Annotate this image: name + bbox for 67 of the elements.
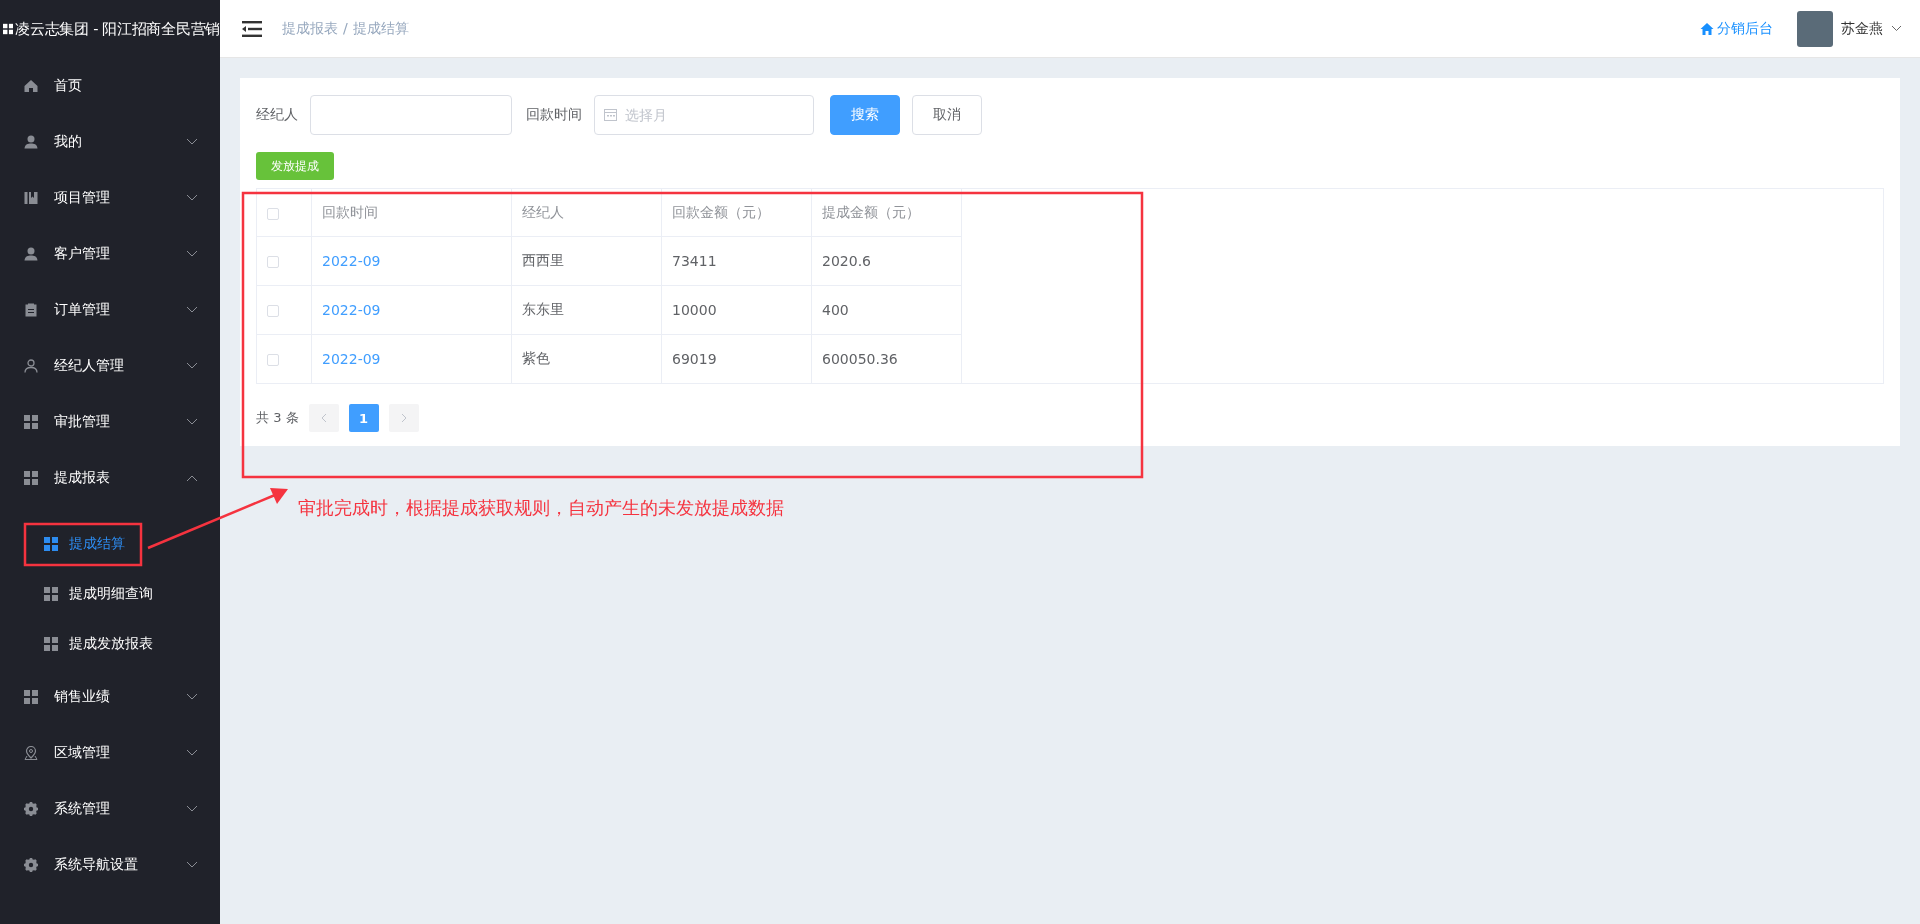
- sidebar-item[interactable]: 客户管理: [0, 226, 220, 282]
- sidebar-item[interactable]: 区域管理: [0, 725, 220, 781]
- table-cell: 400: [811, 285, 962, 335]
- grid-icon: [44, 537, 58, 551]
- cancel-button[interactable]: 取消: [912, 95, 982, 135]
- sidebar-item[interactable]: 我的: [0, 114, 220, 170]
- sidebar-item[interactable]: 首页: [0, 58, 220, 114]
- grid-icon: [24, 415, 38, 429]
- person-icon: [24, 247, 38, 261]
- table-cell: 10000: [661, 285, 812, 335]
- row-checkbox[interactable]: [267, 305, 279, 317]
- book-icon: [24, 191, 38, 205]
- location-pin-icon: [24, 746, 38, 760]
- total-count: 共 3 条: [256, 409, 299, 427]
- table-cell: 西西里: [511, 236, 662, 286]
- sidebar-item[interactable]: 审批管理: [0, 394, 220, 450]
- grid-icon: [44, 587, 58, 601]
- grid-icon: [24, 471, 38, 485]
- person-outline-icon: [24, 359, 38, 373]
- table-cell: 东东里: [511, 285, 662, 335]
- home-icon: [24, 79, 38, 93]
- sidebar-item[interactable]: 项目管理: [0, 170, 220, 226]
- app-title: 凌云志集团 - 阳江招商全民营销: [15, 19, 220, 39]
- breadcrumb-separator: /: [343, 19, 348, 38]
- chevron-icon[interactable]: [1891, 25, 1902, 32]
- menu-fold-icon[interactable]: [242, 20, 262, 37]
- next-page-button[interactable]: [388, 404, 419, 432]
- home-icon: [1700, 21, 1714, 36]
- sidebar-subitem[interactable]: 提成明细查询: [0, 569, 220, 619]
- grid-logo-icon: [3, 22, 14, 36]
- grid-icon: [24, 690, 38, 704]
- sidebar-item[interactable]: 系统管理: [0, 781, 220, 837]
- grid-icon: [44, 637, 58, 651]
- table-cell: 69019: [661, 334, 812, 384]
- field-label: 回款时间: [526, 106, 582, 124]
- month-picker-field[interactable]: 选择月: [594, 95, 814, 135]
- table-cell: 2020.6: [811, 236, 962, 286]
- agent-input-field[interactable]: [310, 95, 512, 135]
- sidebar-item[interactable]: 系统导航设置: [0, 837, 220, 893]
- user-name[interactable]: 苏金燕: [1841, 19, 1883, 38]
- sidebar-item[interactable]: 提成报表: [0, 450, 220, 506]
- person-icon: [24, 135, 38, 149]
- sidebar-subitem[interactable]: 提成发放报表: [0, 619, 220, 669]
- select-all-checkbox[interactable]: [267, 207, 279, 220]
- sidebar-item[interactable]: 订单管理: [0, 282, 220, 338]
- column-header: 回款时间: [311, 188, 512, 237]
- prev-page-button[interactable]: [308, 404, 339, 432]
- field-label: 经纪人: [256, 106, 298, 124]
- sidebar-subitem[interactable]: 提成结算: [0, 519, 220, 569]
- sidebar-item[interactable]: 经纪人管理: [0, 338, 220, 394]
- column-header: 提成金额（元）: [811, 188, 962, 237]
- avatar-placeholder[interactable]: [1797, 10, 1833, 47]
- chevron-left-icon: [319, 413, 328, 423]
- gear-icon: [24, 858, 38, 872]
- column-header: 经纪人: [511, 188, 662, 237]
- clipboard-icon: [24, 303, 38, 317]
- table-cell: 600050.36: [811, 334, 962, 384]
- column-header: 回款金额（元）: [661, 188, 812, 237]
- chevron-right-icon: [399, 413, 408, 423]
- breadcrumb-item: 提成结算: [352, 19, 409, 38]
- row-checkbox[interactable]: [267, 256, 279, 268]
- annotation-text: 审批完成时，根据提成获取规则，自动产生的未发放提成数据: [298, 496, 784, 520]
- table-cell: 73411: [661, 236, 812, 286]
- row-checkbox[interactable]: [267, 354, 279, 366]
- table-cell: 紫色: [511, 334, 662, 384]
- sidebar-item[interactable]: 销售业绩: [0, 669, 220, 725]
- gear-icon: [24, 802, 38, 816]
